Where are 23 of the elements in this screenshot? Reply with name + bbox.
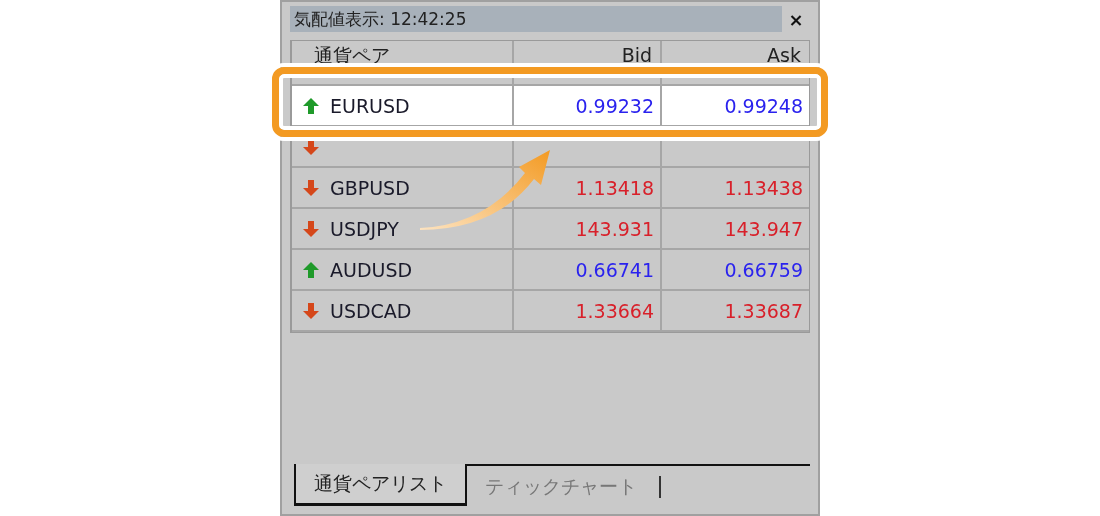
table-row[interactable]: AUDUSD 0.66741 0.66759 xyxy=(292,250,809,291)
bid-cell: 1.13418 xyxy=(575,176,654,199)
table-row[interactable]: EURUSD 0.99232 0.99248 xyxy=(292,86,809,127)
column-header[interactable]: Ask xyxy=(662,41,809,84)
ask-cell: 1.13438 xyxy=(724,176,803,199)
bid-cell: 0.99232 xyxy=(575,94,654,117)
pair-cell: AUDUSD xyxy=(330,258,413,281)
ask-cell: 0.66759 xyxy=(724,258,803,281)
pair-cell: USDJPY xyxy=(330,217,399,240)
bid-cell: 143.931 xyxy=(575,217,654,240)
window-title: 気配値表示: 12:42:25 xyxy=(290,6,782,32)
table-row[interactable]: USDCAD 1.33664 1.33687 xyxy=(292,291,809,332)
ask-cell: 143.947 xyxy=(724,217,803,240)
tab[interactable]: 通貨ペアリスト xyxy=(294,464,467,506)
ask-cell: 0.99248 xyxy=(724,94,803,117)
close-button[interactable]: × xyxy=(782,8,810,30)
pair-cell: USDCAD xyxy=(330,299,412,322)
ask-cell: 1.33687 xyxy=(724,299,803,322)
pair-cell: GBPUSD xyxy=(330,176,410,199)
bid-cell: 0.66741 xyxy=(575,258,654,281)
pair-cell: EURUSD xyxy=(330,94,410,117)
bid-cell: 1.33664 xyxy=(575,299,654,322)
column-header[interactable]: Bid xyxy=(514,41,662,84)
